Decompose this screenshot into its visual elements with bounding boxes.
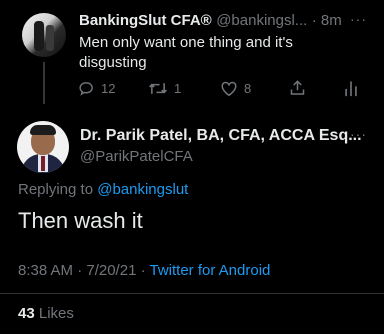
tweet1-retweet-count: 1 bbox=[174, 81, 182, 96]
tweet2-source-link[interactable]: Twitter for Android bbox=[149, 262, 270, 279]
replying-to-link[interactable]: @bankingslut bbox=[97, 181, 188, 198]
tweet2-likes-count: 43 bbox=[18, 305, 35, 322]
tweet1-handle[interactable]: @bankingsl... bbox=[216, 12, 307, 29]
like-icon bbox=[221, 81, 237, 97]
replying-to-label: Replying to bbox=[18, 181, 94, 198]
tweet2-likes-label: Likes bbox=[38, 305, 74, 322]
tweet1-time[interactable]: · 8m bbox=[312, 12, 342, 29]
tweet1-retweet-button[interactable]: 1 bbox=[148, 80, 181, 97]
avatar-bankingslut[interactable] bbox=[22, 13, 66, 57]
tweet1-like-button[interactable]: 8 bbox=[220, 80, 251, 97]
tweet1-reply-button[interactable]: 12 bbox=[78, 80, 115, 97]
tweet2-likes-stat[interactable]: 43 Likes bbox=[18, 305, 74, 322]
tweet1-text-line1: Men only want one thing and it's bbox=[79, 34, 293, 51]
retweet-icon bbox=[148, 83, 168, 94]
tweet1-text-line2: disgusting bbox=[79, 54, 147, 71]
tweet2-timestamp[interactable]: 8:38 AM · 7/20/21 · bbox=[18, 262, 146, 279]
tweet2-text: Then wash it bbox=[18, 208, 143, 233]
tweet1-more-button[interactable]: ··· bbox=[350, 11, 367, 27]
tweet1-like-count: 8 bbox=[244, 81, 252, 96]
tweet1-display-name[interactable]: BankingSlut CFA® bbox=[79, 12, 212, 29]
reply-icon bbox=[79, 82, 93, 96]
tweet2-meta: 8:38 AM · 7/20/21 · Twitter for Android bbox=[18, 262, 270, 279]
tweet1-header: BankingSlut CFA® @bankingsl... · 8m bbox=[79, 12, 349, 30]
tweet1-share-button[interactable] bbox=[289, 79, 306, 97]
tweet2-display-name[interactable]: Dr. Parik Patel, BA, CFA, ACCA Esq... bbox=[80, 127, 362, 145]
avatar-parikpatel[interactable] bbox=[17, 121, 69, 173]
divider bbox=[0, 293, 384, 294]
tweet1-reply-count: 12 bbox=[101, 81, 116, 96]
thread-connector-line bbox=[43, 62, 45, 104]
analytics-icon bbox=[345, 81, 357, 97]
share-icon bbox=[290, 80, 305, 95]
tweet2-more-button[interactable]: ··· bbox=[350, 126, 367, 142]
tweet1-analytics-button[interactable] bbox=[344, 79, 358, 97]
replying-to-line: Replying to @bankingslut bbox=[18, 181, 188, 198]
tweet2-handle[interactable]: @ParikPatelCFA bbox=[80, 148, 193, 165]
